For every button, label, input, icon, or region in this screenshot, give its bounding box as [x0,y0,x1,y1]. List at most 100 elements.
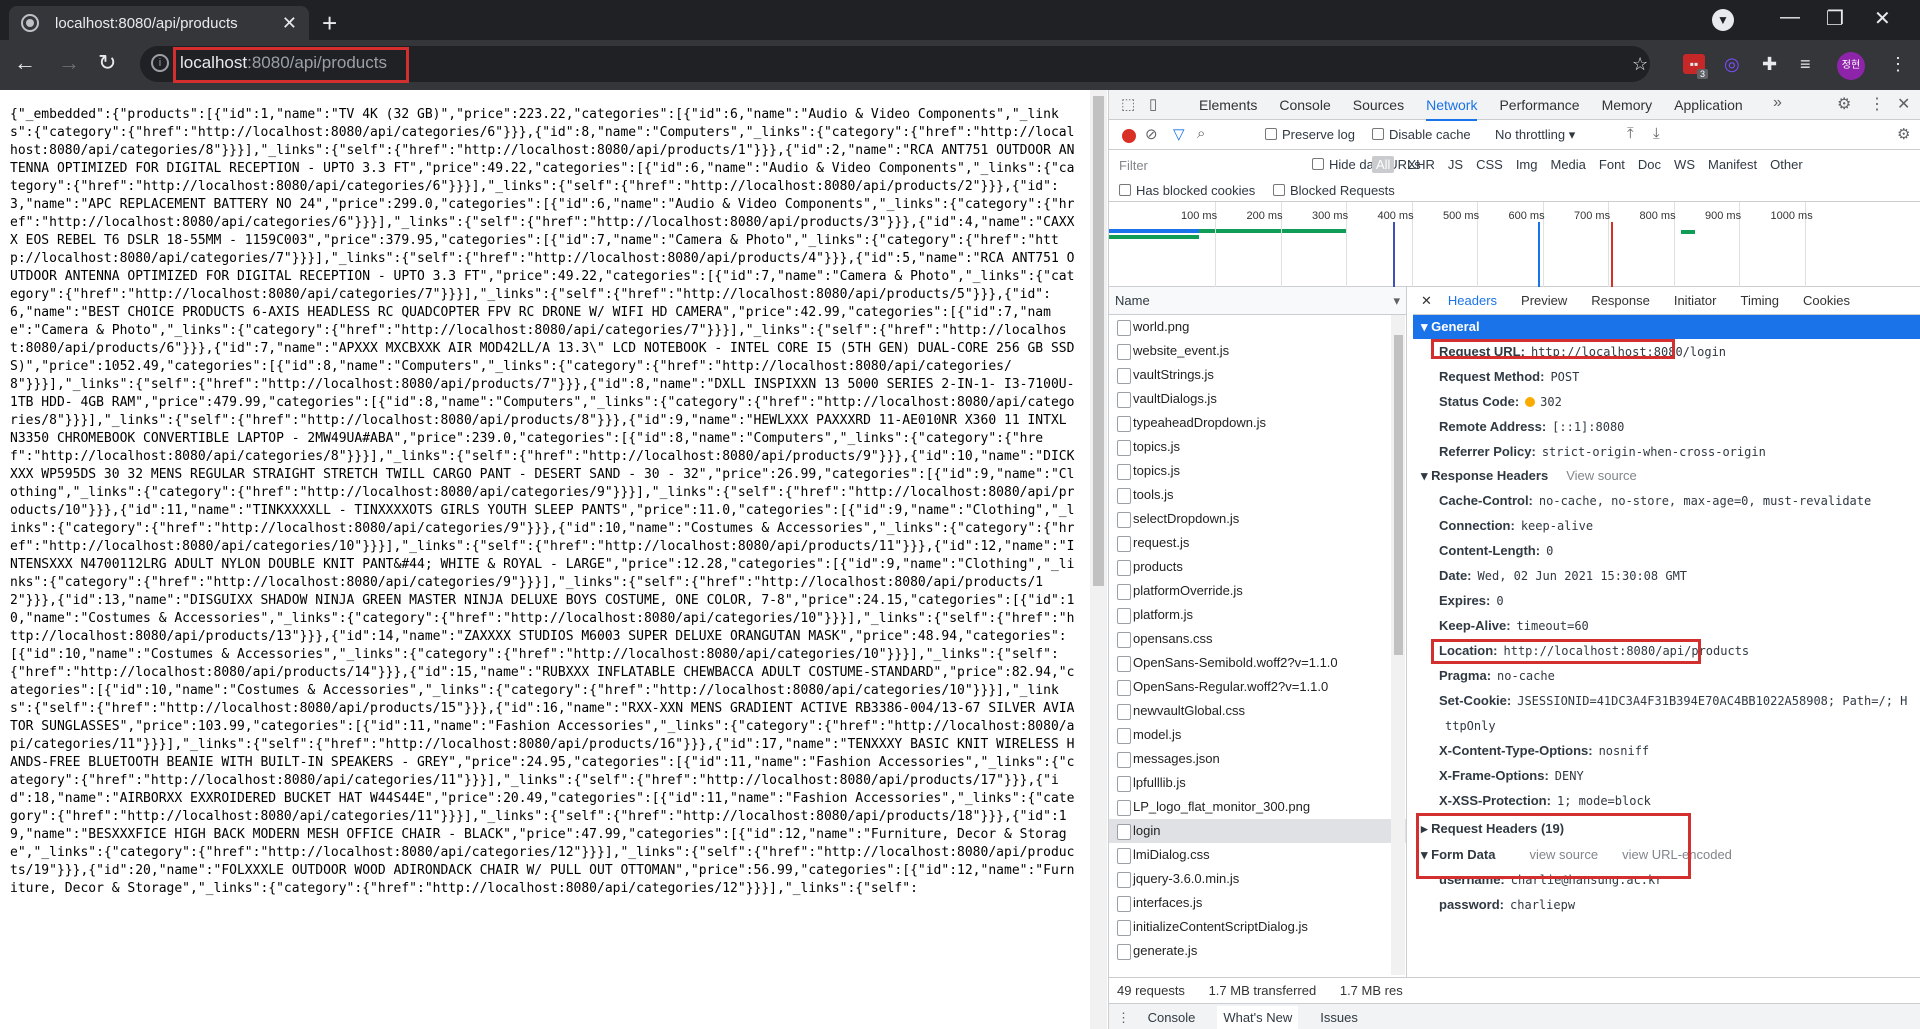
extension-2-icon[interactable]: ◎ [1724,54,1740,75]
devtools-tab-network[interactable]: Network [1426,97,1478,121]
name-column-header[interactable]: Name ▾ [1109,287,1406,315]
detail-tab-timing[interactable]: Timing [1740,293,1779,308]
reading-list-icon[interactable]: ≡ [1800,54,1811,75]
search-icon[interactable]: ⌕ [1197,125,1205,142]
detail-tab-preview[interactable]: Preview [1521,293,1567,308]
avatar[interactable]: 정현 [1837,52,1865,80]
request-row[interactable]: interfaces.js [1109,891,1406,915]
type-filter-manifest[interactable]: Manifest [1708,157,1757,172]
settings-gear-icon[interactable]: ⚙ [1837,94,1851,114]
forward-icon[interactable]: → [58,50,80,76]
type-filter-js[interactable]: JS [1448,157,1463,172]
new-tab-icon[interactable]: + [322,8,337,39]
detail-tab-response[interactable]: Response [1591,293,1650,308]
detail-tab-initiator[interactable]: Initiator [1674,293,1717,308]
request-row[interactable]: OpenSans-Semibold.woff2?v=1.1.0 [1109,651,1406,675]
request-row[interactable]: LP_logo_flat_monitor_300.png [1109,795,1406,819]
request-row[interactable]: OpenSans-Regular.woff2?v=1.1.0 [1109,675,1406,699]
drawer-menu-icon[interactable]: ⋮ [1117,1010,1130,1025]
request-row[interactable]: jquery-3.6.0.min.js [1109,867,1406,891]
clear-icon[interactable]: ⊘ [1145,125,1158,143]
request-row[interactable]: typeaheadDropdown.js [1109,411,1406,435]
request-row[interactable]: opensans.css [1109,627,1406,651]
type-filter-img[interactable]: Img [1516,157,1538,172]
request-row[interactable]: lmiDialog.css [1109,843,1406,867]
close-tab-icon[interactable]: ✕ [282,13,297,34]
type-filter-ws[interactable]: WS [1674,157,1695,172]
detail-tab-headers[interactable]: Headers [1448,293,1497,308]
devtools-tab-memory[interactable]: Memory [1602,97,1653,113]
timeline-tick: 1000 ms [1770,210,1813,222]
devtools-tab-performance[interactable]: Performance [1499,97,1579,113]
request-row[interactable]: initializeContentScriptDialog.js [1109,915,1406,939]
devtools-tab-application[interactable]: Application [1674,97,1743,113]
request-row[interactable]: world.png [1109,315,1406,339]
type-filter-doc[interactable]: Doc [1638,157,1661,172]
request-row[interactable]: model.js [1109,723,1406,747]
request-row[interactable]: vaultStrings.js [1109,363,1406,387]
request-row[interactable]: products [1109,555,1406,579]
browser-tab[interactable]: localhost:8080/api/products ✕ [9,6,309,40]
drawer-tab-what-s-new[interactable]: What's New [1217,1006,1299,1029]
request-row[interactable]: selectDropdown.js [1109,507,1406,531]
type-filter-all[interactable]: All [1372,156,1395,173]
type-filter-font[interactable]: Font [1599,157,1625,172]
request-row[interactable]: topics.js [1109,459,1406,483]
response-headers-section-header[interactable]: ▾ Response Headers View source [1413,464,1920,488]
detail-close-icon[interactable]: ✕ [1421,293,1432,308]
detail-tab-cookies[interactable]: Cookies [1803,293,1850,308]
reload-icon[interactable]: ↻ [98,50,116,76]
type-filter-other[interactable]: Other [1770,157,1803,172]
drawer-tab-issues[interactable]: Issues [1320,1010,1358,1025]
more-tabs-icon[interactable]: » [1773,94,1782,112]
request-row[interactable]: tools.js [1109,483,1406,507]
devtools-tab-elements[interactable]: Elements [1199,97,1257,113]
general-section-header[interactable]: ▾ General [1413,315,1920,339]
request-list-scrollbar-thumb[interactable] [1394,335,1403,655]
network-settings-icon[interactable]: ⚙ [1897,125,1910,143]
device-toolbar-icon[interactable]: ▯ [1149,95,1157,113]
request-row[interactable]: generate.js [1109,939,1406,963]
tab-search-icon[interactable]: ▼ [1712,9,1734,31]
puzzle-icon[interactable]: ✚ [1762,54,1777,75]
export-har-icon[interactable]: ⤓ [1653,125,1660,142]
maximize-icon[interactable]: ❐ [1826,6,1844,31]
request-row[interactable]: request.js [1109,531,1406,555]
close-window-icon[interactable]: ✕ [1874,6,1891,31]
request-row[interactable]: vaultDialogs.js [1109,387,1406,411]
type-filter-media[interactable]: Media [1550,157,1585,172]
blocked-requests-checkbox[interactable]: Blocked Requests [1273,183,1395,198]
drawer-tab-console[interactable]: Console [1148,1010,1196,1025]
disable-cache-checkbox[interactable]: Disable cache [1372,127,1471,142]
request-row[interactable]: website_event.js [1109,339,1406,363]
request-row[interactable]: newvaultGlobal.css [1109,699,1406,723]
preserve-log-checkbox[interactable]: Preserve log [1265,127,1355,142]
has-blocked-cookies-checkbox[interactable]: Has blocked cookies [1119,183,1255,198]
request-row[interactable]: topics.js [1109,435,1406,459]
devtools-menu-icon[interactable]: ⋮ [1869,94,1885,114]
page-scrollbar-thumb[interactable] [1093,96,1104,586]
info-icon[interactable]: i [151,54,169,72]
request-row[interactable]: platform.js [1109,603,1406,627]
type-filter-xhr[interactable]: XHR [1407,157,1434,172]
filter-icon[interactable]: ▽ [1173,125,1185,143]
filter-input[interactable]: Filter [1115,156,1301,176]
devtools-close-icon[interactable]: ✕ [1897,94,1910,114]
minimize-icon[interactable]: — [1780,6,1800,29]
devtools-tab-sources[interactable]: Sources [1353,97,1404,113]
throttling-select[interactable]: No throttling ▾ [1495,127,1575,143]
request-row[interactable]: platformOverride.js [1109,579,1406,603]
back-icon[interactable]: ← [14,50,36,76]
menu-icon[interactable]: ⋮ [1889,54,1907,75]
record-icon[interactable] [1122,129,1136,143]
bookmark-star-icon[interactable]: ☆ [1632,54,1648,75]
type-filter-css[interactable]: CSS [1476,157,1503,172]
view-source-link[interactable]: View source [1566,468,1637,483]
request-row[interactable]: lpfulllib.js [1109,771,1406,795]
import-har-icon[interactable]: ⤒ [1627,125,1634,142]
devtools-tab-console[interactable]: Console [1279,97,1330,113]
network-timeline[interactable]: 100 ms 200 ms 300 ms 400 ms 500 ms 600 ms 700 … [1109,202,1920,287]
inspect-icon[interactable]: ⬚ [1121,95,1135,113]
request-row[interactable]: login [1109,819,1406,843]
request-row[interactable]: messages.json [1109,747,1406,771]
